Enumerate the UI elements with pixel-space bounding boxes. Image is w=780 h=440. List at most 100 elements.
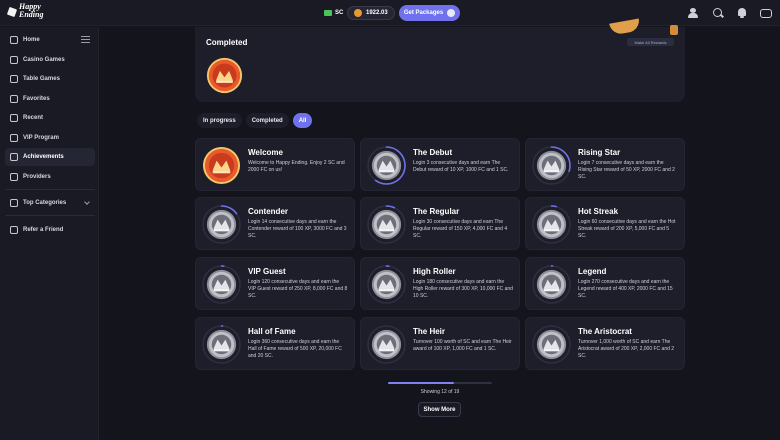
- sidebar-divider: [5, 215, 95, 216]
- sidebar-item-casino-games[interactable]: Casino Games: [5, 51, 95, 69]
- fc-balance-pill[interactable]: 1922.03: [347, 6, 395, 20]
- sidebar-item-achievements[interactable]: Achievements: [5, 148, 95, 166]
- filter-tabs: In progress Completed All: [197, 113, 313, 128]
- chat-icon[interactable]: [759, 7, 772, 19]
- achievement-description: Login 60 consecutive days and earn the H…: [578, 219, 676, 239]
- achievement-badge-icon: [367, 205, 406, 244]
- sc-currency-toggle[interactable]: SC: [318, 6, 349, 20]
- achievement-card[interactable]: The Aristocrat Turnover 1,000 worth of S…: [525, 317, 685, 370]
- get-packages-button[interactable]: Get Packages: [399, 5, 460, 21]
- sidebar-item-label: VIP Program: [23, 135, 59, 141]
- sidebar-item-vip-program[interactable]: VIP Program: [5, 129, 95, 147]
- achievement-description: Turnover 1,000 worth of SC and earn The …: [578, 339, 675, 359]
- achievement-title: The Regular: [413, 207, 460, 216]
- achievement-badge-icon: [532, 146, 571, 185]
- achievement-title: Hot Streak: [578, 207, 619, 216]
- achievement-title: High Roller: [413, 267, 456, 276]
- fc-balance: 1922.03: [366, 10, 388, 16]
- achievement-badge-icon: [367, 146, 406, 185]
- sidebar-item-favorites[interactable]: Favorites: [5, 90, 95, 108]
- user-icon[interactable]: [687, 7, 699, 19]
- sidebar-item-home[interactable]: Home: [5, 31, 95, 49]
- achievement-card[interactable]: The Debut Login 3 consecutive days and e…: [360, 138, 520, 191]
- sc-label: SC: [335, 10, 344, 16]
- recent-icon: [10, 114, 18, 122]
- fc-coin-icon: [354, 9, 362, 17]
- achievement-description: Login 360 consecutive days and earn the …: [248, 339, 342, 359]
- achievement-badge-icon: [532, 325, 571, 364]
- achievement-badge-icon: [367, 265, 406, 304]
- achievement-title: The Heir: [413, 327, 446, 336]
- sidebar-item-label: Top Categories: [23, 200, 67, 206]
- achievement-title: Contender: [248, 207, 288, 216]
- filter-in-progress[interactable]: In progress: [197, 113, 242, 128]
- sidebar-item-recent[interactable]: Recent: [5, 109, 95, 127]
- casino-icon: [10, 56, 18, 64]
- results-progress-bar: [388, 382, 492, 384]
- achievement-card[interactable]: Legend Login 270 consecutive days and ea…: [525, 257, 685, 310]
- categories-icon: [10, 199, 18, 207]
- achievement-title: The Debut: [413, 148, 453, 157]
- bell-icon[interactable]: [736, 7, 748, 19]
- achievement-description: Login 30 consecutive days and earn The R…: [413, 219, 508, 239]
- achievement-card[interactable]: The Regular Login 30 consecutive days an…: [360, 197, 520, 250]
- providers-icon: [10, 173, 18, 181]
- filter-all[interactable]: All: [292, 113, 313, 128]
- achievement-card[interactable]: Welcome Welcome to Happy Ending. Enjoy 2…: [195, 138, 355, 191]
- logo-line2: Ending: [19, 10, 44, 19]
- logo-mark-icon: [8, 6, 18, 16]
- achievement-badge-icon: [202, 265, 241, 304]
- sidebar-item-label: Favorites: [23, 96, 50, 102]
- sidebar-item-top-categories[interactable]: Top Categories: [5, 194, 95, 212]
- search-icon[interactable]: [712, 7, 724, 19]
- sidebar-item-label: Home: [23, 37, 40, 43]
- logo[interactable]: Happy Ending: [8, 3, 43, 19]
- home-icon: [10, 36, 18, 44]
- top-header: Happy Ending SC 1922.03 Get Packages: [0, 0, 780, 26]
- vip-icon: [10, 134, 18, 142]
- achievement-card[interactable]: Hot Streak Login 60 consecutive days and…: [525, 197, 685, 250]
- achievement-description: Welcome to Happy Ending. Enjoy 2 SC and …: [248, 160, 345, 173]
- get-packages-label: Get Packages: [403, 10, 444, 16]
- sidebar-item-label: Providers: [23, 174, 51, 180]
- achievement-description: Login 14 consecutive days and earn the C…: [248, 219, 347, 239]
- achievement-description: Login 270 consecutive days and earn the …: [578, 279, 673, 299]
- sidebar-item-refer-a-friend[interactable]: Refer a Friend: [5, 221, 95, 239]
- sidebar-item-label: Recent: [23, 115, 44, 121]
- showing-count: Showing 12 of 19: [420, 389, 460, 395]
- achievement-card[interactable]: VIP Guest Login 120 consecutive days and…: [195, 257, 355, 310]
- sidebar-item-label: Refer a Friend: [23, 227, 64, 233]
- achievement-card[interactable]: The Heir Turnover 100 worth of SC and ea…: [360, 317, 520, 370]
- achievement-title: The Aristocrat: [578, 327, 632, 336]
- make-all-rewards-button[interactable]: Make All Rewards: [627, 38, 674, 46]
- completed-welcome-badge-icon[interactable]: [206, 57, 243, 94]
- achievement-badge-icon: [532, 205, 571, 244]
- achievement-description: Login 7 consecutive days and earn the Ri…: [578, 160, 675, 180]
- achievement-title: Legend: [578, 267, 607, 276]
- achievements-icon: [10, 153, 18, 161]
- chevron-down-icon: [84, 199, 90, 205]
- completed-title: Completed: [206, 38, 248, 47]
- achievement-description: Login 3 consecutive days and earn The De…: [413, 160, 509, 173]
- achievement-badge-icon: [202, 146, 241, 185]
- filter-completed[interactable]: Completed: [245, 113, 289, 128]
- achievement-title: Hall of Fame: [248, 327, 296, 336]
- sidebar: Home Casino Games Table Games Favorites …: [0, 27, 99, 440]
- completed-panel: Completed Make All Rewards: [195, 25, 685, 102]
- sidebar-item-label: Achievements: [23, 154, 64, 160]
- favorites-icon: [10, 95, 18, 103]
- show-more-button[interactable]: Show More: [418, 402, 461, 417]
- achievement-card[interactable]: Rising Star Login 7 consecutive days and…: [525, 138, 685, 191]
- achievement-title: VIP Guest: [248, 267, 286, 276]
- results-progress-fill: [388, 382, 454, 384]
- sidebar-item-table-games[interactable]: Table Games: [5, 70, 95, 88]
- achievement-badge-icon: [367, 325, 406, 364]
- achievement-description: Turnover 100 worth of SC and earn The He…: [413, 339, 512, 352]
- achievement-card[interactable]: Contender Login 14 consecutive days and …: [195, 197, 355, 250]
- achievement-card[interactable]: High Roller Login 180 consecutive days a…: [360, 257, 520, 310]
- sidebar-item-providers[interactable]: Providers: [5, 168, 95, 186]
- achievement-card[interactable]: Hall of Fame Login 360 consecutive days …: [195, 317, 355, 370]
- achievement-description: Login 180 consecutive days and earn the …: [413, 279, 513, 299]
- achievement-title: Welcome: [248, 148, 283, 157]
- achievement-description: Login 120 consecutive days and earn the …: [248, 279, 348, 299]
